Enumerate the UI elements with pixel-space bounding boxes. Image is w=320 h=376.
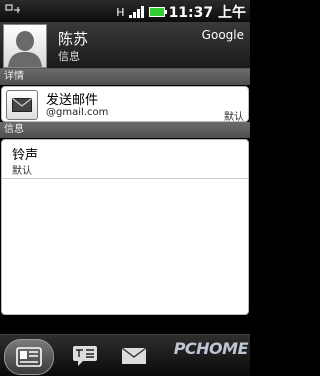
ringtone-value: 默认 [12,166,32,177]
contact-card-icon [16,347,42,367]
status-bar: H 11:37 上午 [0,0,250,22]
clock: 11:37 上午 [168,5,246,21]
tab-messages[interactable] [66,339,104,373]
account-label: Google [201,28,244,42]
section-header-details: 详情 [0,69,250,85]
info-panel: 铃声 默认 [1,139,249,315]
divider [2,178,248,179]
contact-name: 陈苏 [58,30,89,48]
bottom-tab-bar: PCHOME [0,334,250,376]
section-header-info: 信息 [0,122,250,138]
send-email-label: 发送邮件 [46,93,99,108]
person-silhouette-icon [8,31,42,67]
contact-subtitle: 信息 [58,50,80,63]
envelope-icon [121,347,147,364]
ringtone-label: 铃声 [12,148,39,163]
battery-icon [148,7,167,17]
network-type-indicator: H [116,5,125,19]
message-icon [73,346,97,366]
contact-header: 陈苏 信息 Google [0,22,250,69]
send-email-row[interactable]: 发送邮件 @gmail.com 默认 [1,86,249,123]
watermark-logo: PCHOME [173,339,249,358]
email-type-label: 默认 [224,112,244,123]
signal-icon [128,3,145,22]
usb-icon [4,3,22,20]
tab-email[interactable] [118,339,150,373]
email-address: @gmail.com [46,107,109,118]
ringtone-row[interactable]: 铃声 默认 [2,140,248,178]
tab-contact-details[interactable] [4,339,54,375]
contact-avatar[interactable] [3,24,47,68]
envelope-icon [6,90,38,120]
